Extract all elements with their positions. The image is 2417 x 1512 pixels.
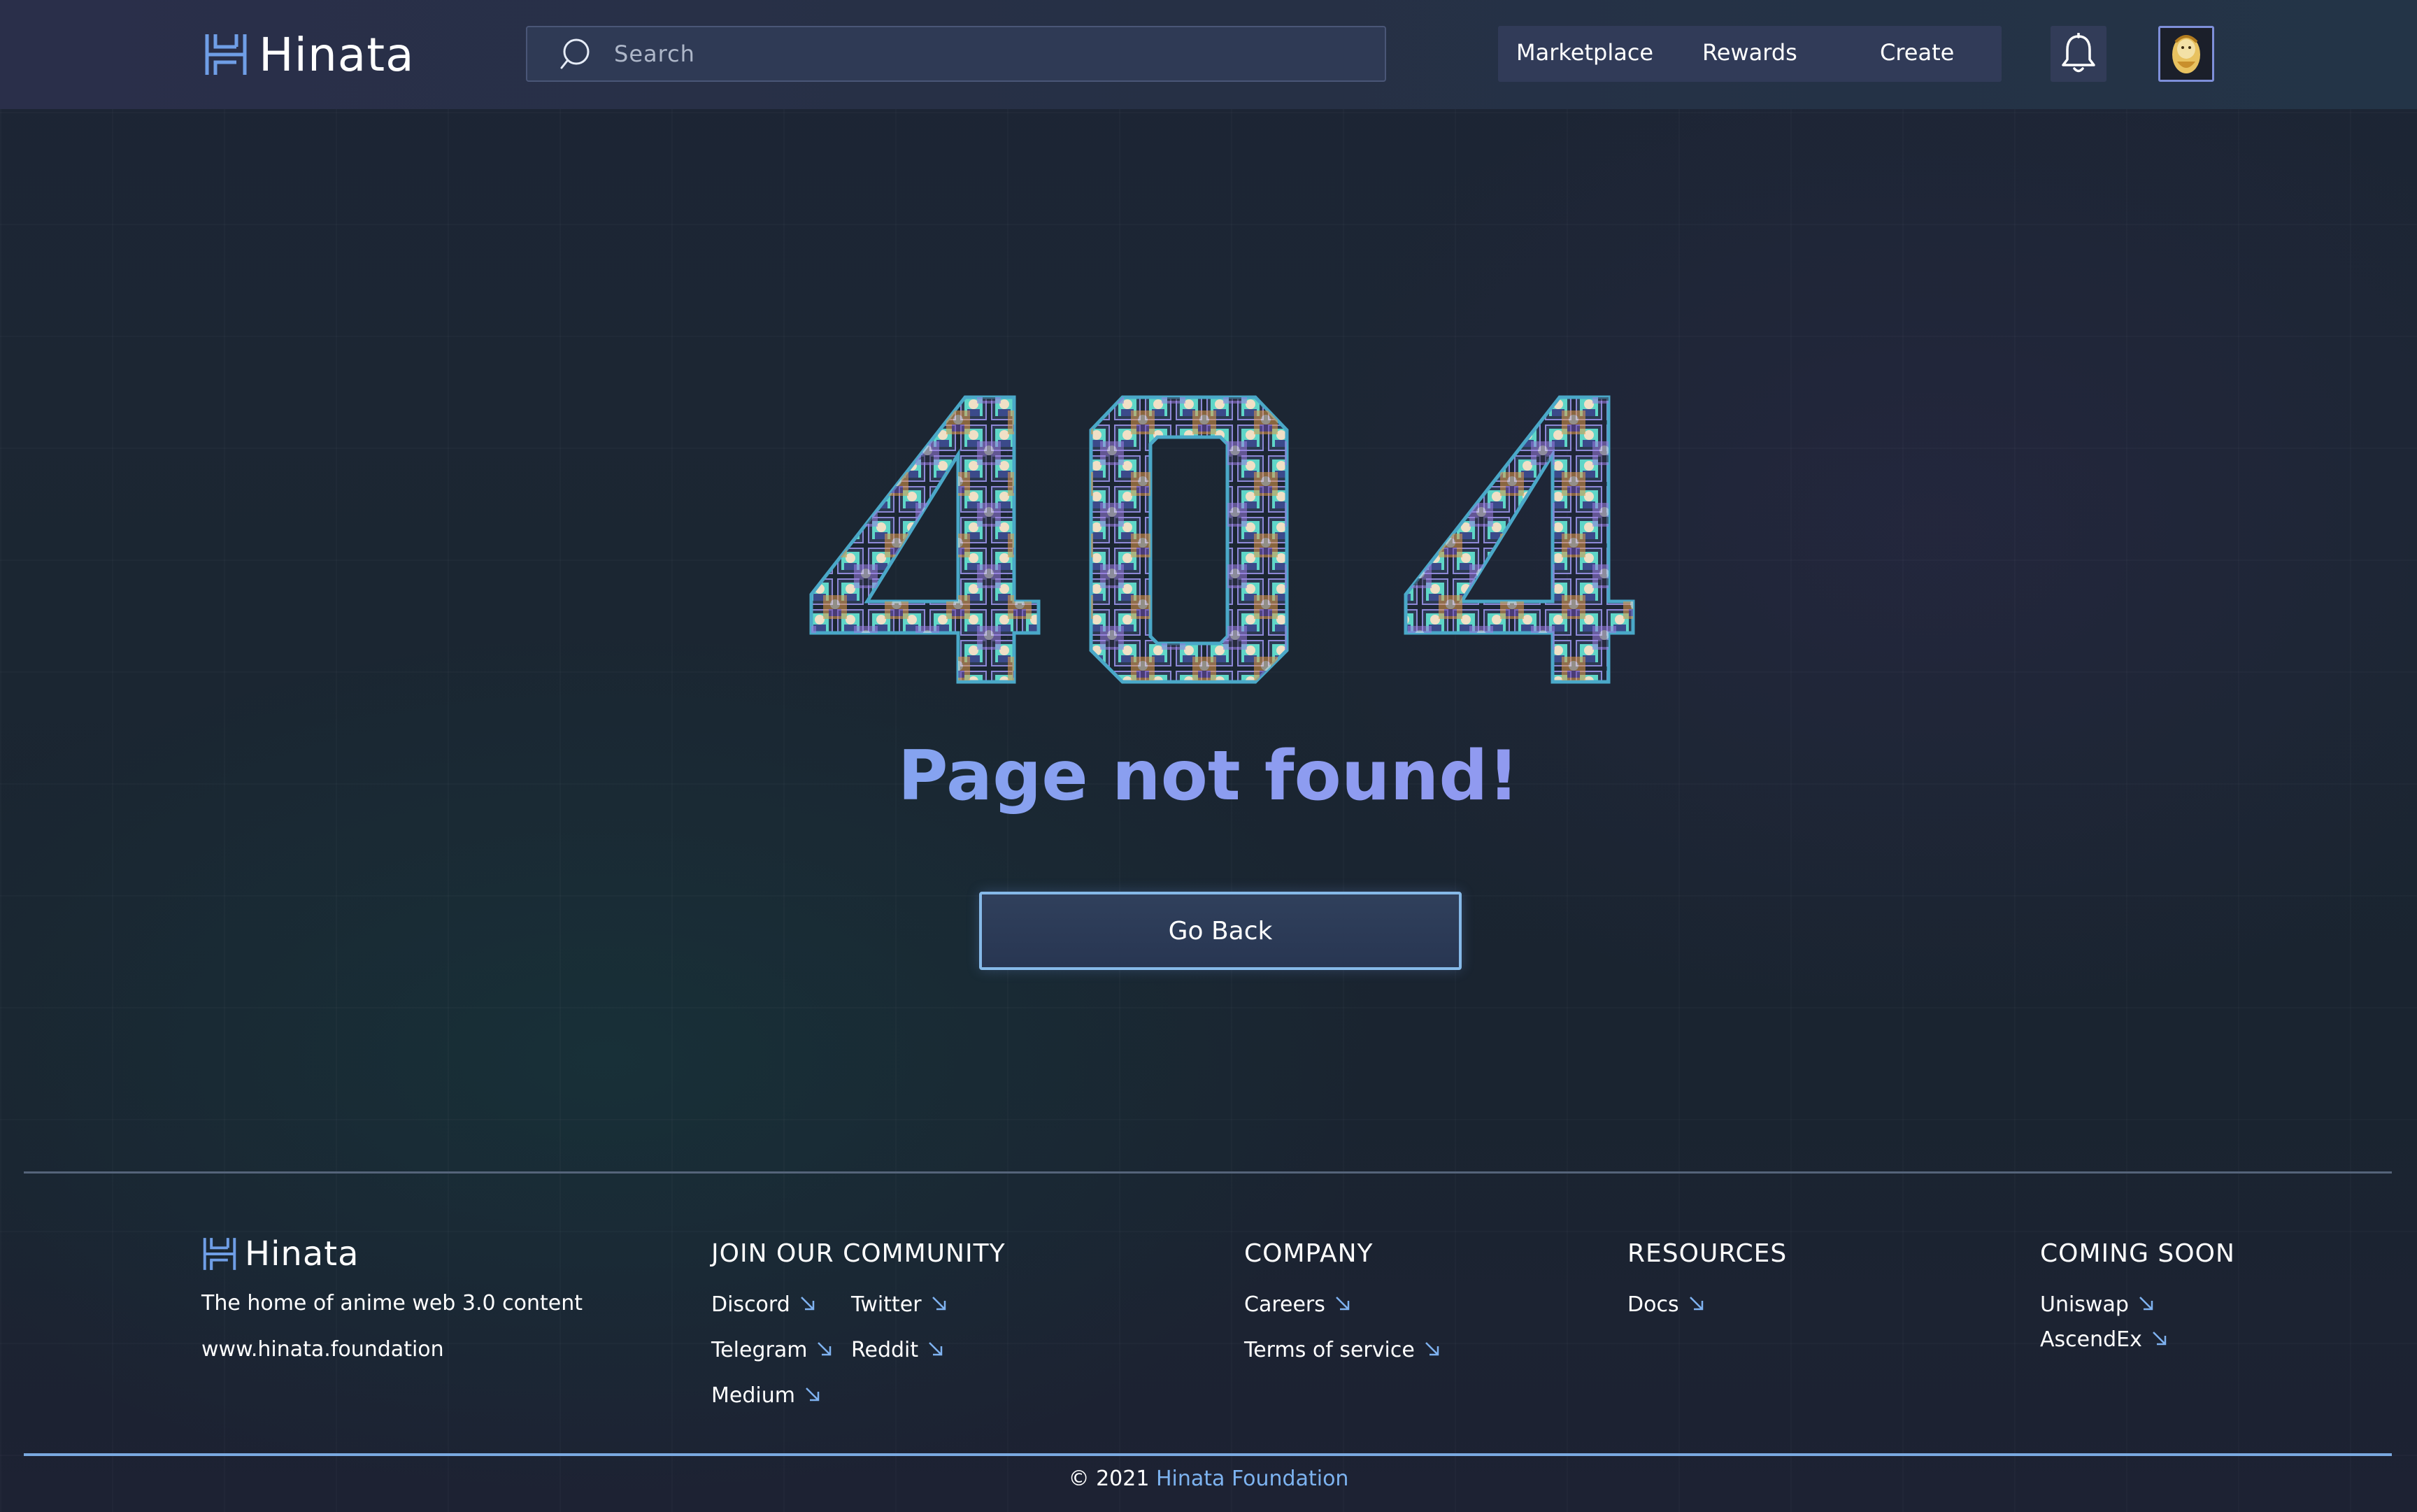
resources-heading: RESOURCES [1627, 1239, 1788, 1268]
copyright-text: © 2021 [1068, 1467, 1150, 1491]
digit-four-right [1404, 395, 1635, 684]
link-label: Uniswap [2040, 1292, 2129, 1317]
arrow-down-right-icon [1336, 1297, 1350, 1311]
link-twitter[interactable]: Twitter [851, 1292, 948, 1317]
header-logo[interactable]: Hinata [203, 27, 415, 82]
footer-tagline: The home of anime web 3.0 content [201, 1291, 583, 1315]
arrow-down-right-icon [1689, 1297, 1703, 1311]
arrow-down-right-icon [818, 1342, 832, 1356]
community-heading: JOIN OUR COMMUNITY [711, 1239, 1006, 1268]
arrow-down-right-icon [1425, 1342, 1439, 1356]
bell-icon [2062, 33, 2095, 73]
hinata-logo-icon [203, 1238, 236, 1270]
coming-soon-heading: COMING SOON [2040, 1239, 2235, 1268]
arrow-down-right-icon [806, 1388, 820, 1402]
copyright: © 2021 Hinata Foundation [0, 1467, 2417, 1491]
arrow-down-right-icon [932, 1297, 946, 1311]
link-label: Careers [1244, 1292, 1325, 1317]
error-404-graphic [809, 395, 1635, 684]
search-bar[interactable] [526, 26, 1386, 82]
footer-divider [24, 1171, 2392, 1174]
user-avatar[interactable] [2158, 26, 2214, 82]
link-docs[interactable]: Docs [1627, 1292, 1706, 1317]
top-navigation-bar: Hinata Marketplace Rewards Create [0, 0, 2417, 109]
link-label: AscendEx [2040, 1327, 2142, 1352]
link-label: Telegram [711, 1338, 808, 1362]
main-nav: Marketplace Rewards Create [1498, 26, 2002, 82]
link-label: Docs [1627, 1292, 1679, 1317]
link-label: Twitter [851, 1292, 922, 1317]
footer-brand-name: Hinata [245, 1234, 359, 1274]
footer-website[interactable]: www.hinata.foundation [201, 1337, 444, 1362]
link-telegram[interactable]: Telegram [711, 1338, 834, 1362]
notifications-button[interactable] [2051, 26, 2106, 82]
link-ascendex[interactable]: AscendEx [2040, 1327, 2169, 1352]
nav-create[interactable]: Create [1880, 39, 1954, 66]
link-uniswap[interactable]: Uniswap [2040, 1292, 2155, 1317]
digit-zero [1089, 395, 1289, 684]
nav-rewards[interactable]: Rewards [1702, 39, 1797, 66]
page-title: Page not found! [0, 731, 2417, 822]
arrow-down-right-icon [2152, 1332, 2167, 1346]
search-input[interactable] [613, 32, 1385, 76]
company-heading: COMPANY [1244, 1239, 1374, 1268]
search-icon [560, 38, 590, 69]
link-terms-of-service[interactable]: Terms of service [1244, 1338, 1441, 1362]
link-label: Medium [711, 1383, 795, 1408]
arrow-down-right-icon [2139, 1297, 2153, 1311]
arrow-down-right-icon [800, 1297, 815, 1311]
link-label: Reddit [851, 1338, 919, 1362]
copyright-divider [24, 1453, 2392, 1456]
link-discord[interactable]: Discord [711, 1292, 817, 1317]
arrow-down-right-icon [929, 1342, 943, 1356]
link-label: Discord [711, 1292, 790, 1317]
footer-logo[interactable]: Hinata [201, 1234, 359, 1274]
link-medium[interactable]: Medium [711, 1383, 822, 1408]
nav-marketplace[interactable]: Marketplace [1516, 39, 1653, 66]
link-careers[interactable]: Careers [1244, 1292, 1352, 1317]
copyright-brand-link[interactable]: Hinata Foundation [1156, 1467, 1348, 1491]
avatar-image [2160, 28, 2212, 80]
link-reddit[interactable]: Reddit [851, 1338, 945, 1362]
digit-four-left [809, 395, 1041, 684]
hinata-logo-icon [205, 34, 247, 75]
go-back-button[interactable]: Go Back [979, 892, 1462, 970]
link-label: Terms of service [1244, 1338, 1415, 1362]
brand-name: Hinata [259, 27, 415, 82]
